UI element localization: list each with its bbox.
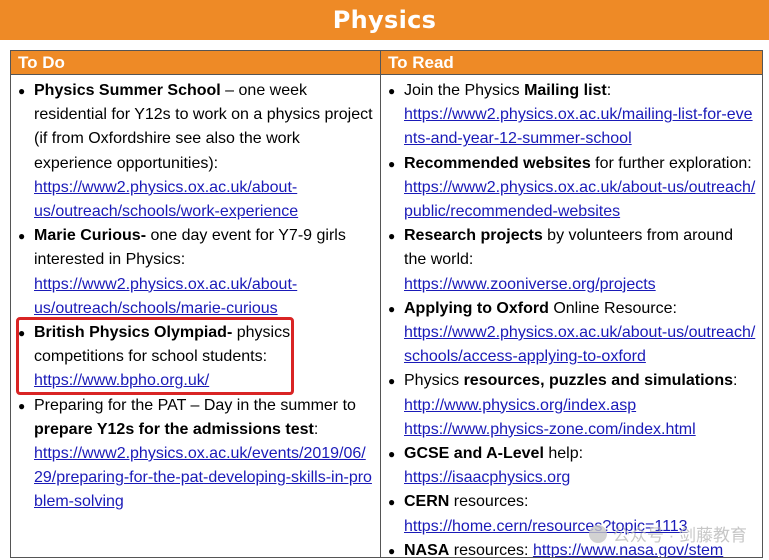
- list-item: ● Physics Summer School – one week resid…: [18, 79, 374, 224]
- list-item: ● Research projects by volunteers from a…: [388, 224, 756, 297]
- wechat-icon: [588, 524, 607, 543]
- bullet-icon: ●: [18, 326, 26, 341]
- todo-column: ● Physics Summer School – one week resid…: [11, 75, 380, 557]
- list-item: ● Applying to Oxford Online Resource: ht…: [388, 297, 756, 370]
- toread-header: To Read: [380, 51, 762, 75]
- summer-school-link[interactable]: https://www2.physics.ox.ac.uk/about-us/o…: [34, 179, 298, 220]
- bullet-icon: ●: [388, 301, 396, 316]
- list-item: ● GCSE and A-Level help: https://isaacph…: [388, 442, 756, 490]
- bullet-icon: ●: [18, 398, 26, 413]
- bullet-icon: ●: [388, 156, 396, 171]
- physics-org-link[interactable]: http://www.physics.org/index.asp: [404, 397, 636, 414]
- bullet-icon: ●: [18, 229, 26, 244]
- list-item: ● Physics resources, puzzles and simulat…: [388, 369, 756, 442]
- bullet-icon: ●: [388, 495, 396, 510]
- page-title-bar: Physics: [0, 0, 769, 40]
- zooniverse-link[interactable]: https://www.zooniverse.org/projects: [404, 276, 656, 293]
- watermark-text: 公众号 · 剑藤教育: [612, 526, 747, 545]
- bullet-icon: ●: [388, 84, 396, 98]
- bullet-icon: ●: [388, 447, 396, 462]
- resources-table: To Do To Read ● Physics Summer School – …: [10, 50, 763, 558]
- watermark: 公众号 · 剑藤教育: [588, 521, 747, 546]
- list-item: ● British Physics Olympiad- physics comp…: [18, 321, 374, 394]
- marie-curious-link[interactable]: https://www2.physics.ox.ac.uk/about-us/o…: [34, 276, 297, 317]
- pat-prep-link[interactable]: https://www2.physics.ox.ac.uk/events/201…: [34, 445, 372, 510]
- applying-oxford-link[interactable]: https://www2.physics.ox.ac.uk/about-us/o…: [404, 324, 755, 365]
- bpho-link[interactable]: https://www.bpho.org.uk/: [34, 372, 209, 389]
- recommended-websites-link[interactable]: https://www2.physics.ox.ac.uk/about-us/o…: [404, 179, 755, 220]
- isaac-physics-link[interactable]: https://isaacphysics.org: [404, 469, 570, 486]
- toread-column: ● Join the Physics Mailing list: https:/…: [380, 75, 762, 557]
- bullet-icon: ●: [18, 84, 26, 98]
- page-title: Physics: [332, 6, 437, 34]
- list-item: ● Join the Physics Mailing list: https:/…: [388, 79, 756, 152]
- list-item: ● Recommended websites for further explo…: [388, 152, 756, 225]
- physics-zone-link[interactable]: https://www.physics-zone.com/index.html: [404, 421, 696, 438]
- list-item: ● Preparing for the PAT – Day in the sum…: [18, 394, 374, 515]
- todo-header: To Do: [11, 51, 380, 75]
- bullet-icon: ●: [388, 543, 396, 557]
- bullet-icon: ●: [388, 374, 396, 389]
- bullet-icon: ●: [388, 229, 396, 244]
- mailing-list-link[interactable]: https://www2.physics.ox.ac.uk/mailing-li…: [404, 106, 753, 147]
- list-item: ● Marie Curious- one day event for Y7-9 …: [18, 224, 374, 321]
